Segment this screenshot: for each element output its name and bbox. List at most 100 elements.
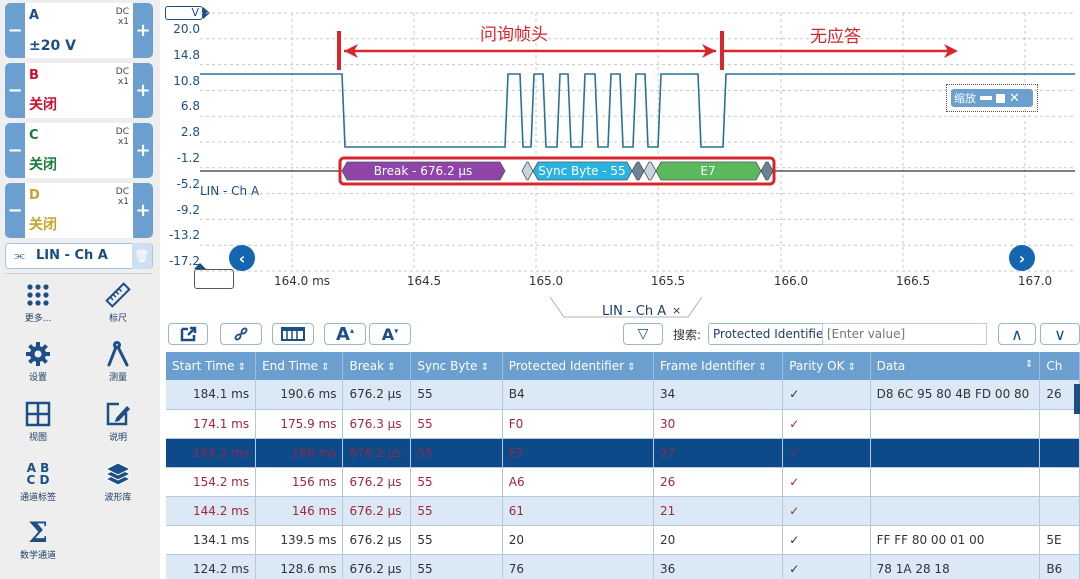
sort-icon[interactable]: ⇕ <box>624 362 635 373</box>
channel-c-range-decrease-button[interactable]: − <box>5 123 25 178</box>
probe-text: x1 <box>117 197 129 207</box>
columns-button[interactable] <box>272 323 314 345</box>
cell-end: 190.6 ms <box>255 380 344 410</box>
filter-button[interactable]: ▽ <box>623 323 663 345</box>
serial-decoder-item[interactable]: ⫘ LIN - Ch A 🗑 <box>5 243 153 269</box>
coupling-text: DC <box>115 127 129 137</box>
tool-more[interactable]: 更多... <box>8 281 68 324</box>
divider <box>5 273 153 274</box>
channel-b-range-increase-button[interactable]: + <box>133 63 153 118</box>
decrease-font-button[interactable]: A▾ <box>369 323 411 345</box>
column-header[interactable]: Parity OK ⇕ <box>782 352 871 380</box>
sort-icon[interactable]: ⇕ <box>1025 359 1033 370</box>
channel-d-coupling[interactable]: DC x1 <box>116 187 129 207</box>
x-tick-label: 167.0 <box>1017 274 1053 288</box>
cell-sync: 55 <box>410 554 503 579</box>
trigger-box[interactable] <box>194 269 234 289</box>
tool-measure[interactable]: 测量 <box>88 340 148 383</box>
tool-label: 测量 <box>108 373 127 383</box>
channel-c-card[interactable]: − C DC x1 关闭 + <box>5 123 153 178</box>
export-button[interactable] <box>168 323 208 345</box>
column-header[interactable]: Break ⇕ <box>342 352 412 380</box>
close-icon[interactable]: ✕ <box>1009 91 1020 106</box>
table-row[interactable]: 134.1 ms 139.5 ms 676.2 µs 55 20 20 ✓ FF FF 80 … <box>166 525 1080 555</box>
channel-b-coupling[interactable]: DC x1 <box>116 67 129 87</box>
tab-lin-ch-a[interactable]: LIN - Ch A × <box>560 299 700 319</box>
channel-c-name: C <box>29 128 39 143</box>
channel-a-range-increase-button[interactable]: + <box>133 3 153 58</box>
search-previous-button[interactable]: ∧ <box>998 323 1036 345</box>
cell-end: 156 ms <box>255 467 344 497</box>
tool-notes[interactable]: 说明 <box>88 400 148 443</box>
column-header[interactable]: Sync Byte ⇕ <box>410 352 503 380</box>
cell-end: 166 ms <box>255 438 344 468</box>
column-header[interactable]: End Time ⇕ <box>255 352 344 380</box>
scope-view[interactable]: V Break - 676.2 µs Sync Byte - 55 E7 20.0 1… <box>160 0 1080 295</box>
column-header[interactable]: Frame Identifier ⇕ <box>653 352 784 380</box>
cell-parity: ✓ <box>782 438 871 468</box>
cell-fid: 34 <box>653 380 784 410</box>
channel-b-card[interactable]: − B DC x1 关闭 + <box>5 63 153 118</box>
table-row[interactable]: 184.1 ms 190.6 ms 676.2 µs 55 B4 34 ✓ D8 6C 95 … <box>166 380 1080 410</box>
cell-ch <box>1039 438 1080 468</box>
column-header[interactable]: Start Time ⇕ <box>166 352 257 380</box>
scope-plot[interactable]: Break - 676.2 µs Sync Byte - 55 E7 <box>160 0 1080 295</box>
sort-icon[interactable]: ⇕ <box>384 362 395 373</box>
channel-c-coupling[interactable]: DC x1 <box>116 127 129 147</box>
tool-label: 说明 <box>108 433 127 443</box>
column-header[interactable]: Ch <box>1039 352 1080 380</box>
table-row[interactable]: 154.2 ms 156 ms 676.2 µs 55 A6 26 ✓ <box>166 467 1080 497</box>
tool-label: 更多... <box>24 314 52 324</box>
sort-icon[interactable]: ⇕ <box>845 362 856 373</box>
zoom-overview-widget[interactable]: 缩放 ✕ <box>946 84 1038 112</box>
channel-a-range-decrease-button[interactable]: − <box>5 3 25 58</box>
link-button[interactable] <box>220 323 262 345</box>
close-tab-icon[interactable]: × <box>672 304 681 317</box>
channel-d-range-increase-button[interactable]: + <box>133 183 153 238</box>
channel-a-card[interactable]: − A DC x1 ±20 V + <box>5 3 153 58</box>
cell-ch: 5E <box>1039 525 1080 555</box>
cell-sync: 55 <box>410 409 503 439</box>
table-scrollbar[interactable] <box>1074 384 1080 414</box>
tool-ruler[interactable]: 标尺 <box>88 281 148 324</box>
cell-pid: B4 <box>502 380 654 410</box>
tool-waveform-library[interactable]: 波形库 <box>88 460 148 503</box>
table-row[interactable]: 174.1 ms 175.9 ms 676.3 µs 55 F0 30 ✓ <box>166 409 1080 439</box>
search-next-button[interactable]: ∨ <box>1040 323 1080 345</box>
column-header[interactable]: Data ⇕ <box>870 352 1041 380</box>
cell-parity: ✓ <box>782 380 871 410</box>
tool-channel-labels[interactable]: A BC D 通道标签 <box>8 460 68 503</box>
table-row-selected[interactable]: 164.2 ms 166 ms 676.2 µs 55 E7 27 ✓ <box>166 438 1080 468</box>
channel-c-range-increase-button[interactable]: + <box>133 123 153 178</box>
column-header[interactable]: Protected Identifier ⇕ <box>502 352 654 380</box>
sort-icon[interactable]: ⇕ <box>318 362 329 373</box>
channel-d-card[interactable]: − D DC x1 关闭 + <box>5 183 153 238</box>
cell-fid: 36 <box>653 554 784 579</box>
table-row[interactable]: 144.2 ms 146 ms 676.2 µs 55 61 21 ✓ <box>166 496 1080 526</box>
maximize-icon[interactable] <box>996 93 1005 103</box>
channel-d-range-decrease-button[interactable]: − <box>5 183 25 238</box>
sort-icon[interactable]: ⇕ <box>755 362 766 373</box>
sort-icon[interactable]: ⇕ <box>478 362 489 373</box>
minimize-icon[interactable] <box>980 96 992 100</box>
ruler-icon <box>88 281 148 309</box>
increase-font-button[interactable]: A▴ <box>324 323 366 345</box>
sort-icon[interactable]: ⇕ <box>235 362 246 373</box>
waveform-library-icon <box>88 460 148 488</box>
table-row[interactable]: 124.2 ms 128.6 ms 676.2 µs 55 76 36 ✓ 78 1A 28 … <box>166 554 1080 579</box>
search-value-input[interactable] <box>822 323 987 345</box>
channel-a-coupling[interactable]: DC x1 <box>116 7 129 27</box>
scroll-left-button[interactable]: ‹ <box>229 245 255 271</box>
scroll-right-button[interactable]: › <box>1009 245 1035 271</box>
trash-icon[interactable]: 🗑 <box>132 243 152 269</box>
column-header-label: Ch <box>1046 359 1063 373</box>
tool-views[interactable]: 视图 <box>8 400 68 443</box>
tool-math-channels[interactable]: Σ 数学通道 <box>8 516 68 562</box>
cell-pid: F0 <box>502 409 654 439</box>
tool-settings[interactable]: 设置 <box>8 340 68 383</box>
channel-b-range-decrease-button[interactable]: − <box>5 63 25 118</box>
x-tick-label: 165.5 <box>650 274 686 288</box>
tool-label: 波形库 <box>104 493 132 503</box>
cell-start: 164.2 ms <box>166 438 257 468</box>
cell-data <box>870 438 1041 468</box>
